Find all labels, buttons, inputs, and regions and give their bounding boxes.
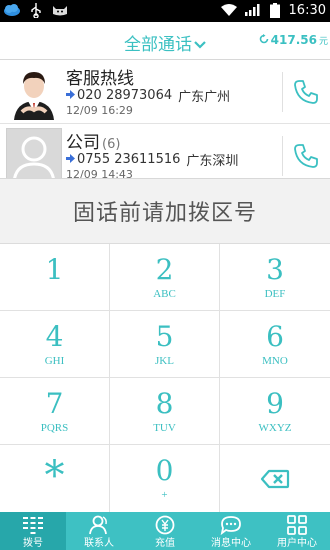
phone-icon [294, 80, 318, 104]
backspace-icon [260, 469, 290, 493]
tab-messages[interactable]: 消息中心 [198, 512, 264, 550]
phone-number: 020 28973064 [77, 88, 173, 103]
cat-app-icon [51, 2, 69, 18]
dial-key-6[interactable]: 6 MNO [220, 311, 330, 378]
phone-number-line: 0755 23611516 广东深圳 [66, 150, 238, 169]
dialpad-icon [22, 515, 44, 535]
divider [282, 136, 283, 176]
avatar [6, 128, 62, 178]
balance-unit: 元 [318, 36, 328, 47]
phone-icon [294, 144, 318, 168]
dial-key-1[interactable]: 1 [0, 244, 110, 311]
backspace-button[interactable] [220, 445, 330, 512]
chevron-down-icon [194, 35, 206, 55]
outgoing-arrow-icon [66, 88, 75, 103]
call-log-item[interactable]: 客服热线 020 28973064 广东广州 12/09 16:29 [0, 60, 330, 124]
wifi-icon [220, 2, 238, 18]
call-button[interactable] [288, 138, 324, 174]
tab-contacts[interactable]: 联系人 [66, 512, 132, 550]
dial-key-7[interactable]: 7 PQRS [0, 378, 110, 445]
outgoing-arrow-icon [66, 152, 75, 167]
call-log-item[interactable]: 公司 (6) 0755 23611516 广东深圳 12/09 14:43 [0, 124, 330, 178]
call-button[interactable] [288, 74, 324, 110]
user-center-icon [286, 515, 308, 535]
dial-key-5[interactable]: 5 JKL [110, 311, 220, 378]
cloud-notification-icon [3, 2, 21, 18]
signal-icon [243, 2, 261, 18]
dial-key-0[interactable]: 0 + [110, 445, 220, 512]
battery-icon [266, 2, 284, 18]
tab-user-center[interactable]: 用户中心 [264, 512, 330, 550]
balance-display[interactable]: 417.56 元 [259, 33, 328, 47]
balance-amount: 417.56 [270, 33, 317, 47]
divider [282, 72, 283, 112]
dial-key-8[interactable]: 8 TUV [110, 378, 220, 445]
status-bar: 16:30 [0, 0, 330, 22]
phone-location: 广东广州 [178, 90, 231, 105]
dialpad: 1 2 ABC 3 DEF 4 GHI 5 JKL 6 MNO 7 PQRS 8… [0, 244, 330, 512]
avatar [6, 64, 62, 120]
call-date: 12/09 14:43 [66, 168, 133, 178]
status-time: 16:30 [288, 2, 326, 18]
call-date: 12/09 16:29 [66, 104, 133, 117]
phone-location: 广东深圳 [186, 154, 239, 169]
dial-number-display[interactable]: 固话前请加拨区号 [0, 178, 330, 244]
dial-key-9[interactable]: 9 WXYZ [220, 378, 330, 445]
header-title: 全部通话 [124, 35, 192, 55]
header: 全部通话 417.56 元 [0, 22, 330, 60]
tab-dialpad[interactable]: 拨号 [0, 512, 66, 550]
dial-hint: 固话前请加拨区号 [72, 201, 257, 226]
dial-key-4[interactable]: 4 GHI [0, 311, 110, 378]
tab-recharge[interactable]: 充值 [132, 512, 198, 550]
call-log-list: 客服热线 020 28973064 广东广州 12/09 16:29 公司 (6)… [0, 60, 330, 178]
dial-key-3[interactable]: 3 DEF [220, 244, 330, 311]
phone-number-line: 020 28973064 广东广州 [66, 86, 230, 105]
bottom-tab-bar: 拨号 联系人 充值 消息中心 用户中心 [0, 512, 330, 550]
recharge-icon [154, 515, 176, 535]
dial-key-star[interactable]: * [0, 445, 110, 512]
usb-icon [27, 2, 45, 18]
phone-number: 0755 23611516 [77, 152, 181, 167]
message-icon [220, 515, 242, 536]
refresh-icon [259, 33, 269, 47]
dial-key-2[interactable]: 2 ABC [110, 244, 220, 311]
contacts-icon [88, 515, 110, 535]
